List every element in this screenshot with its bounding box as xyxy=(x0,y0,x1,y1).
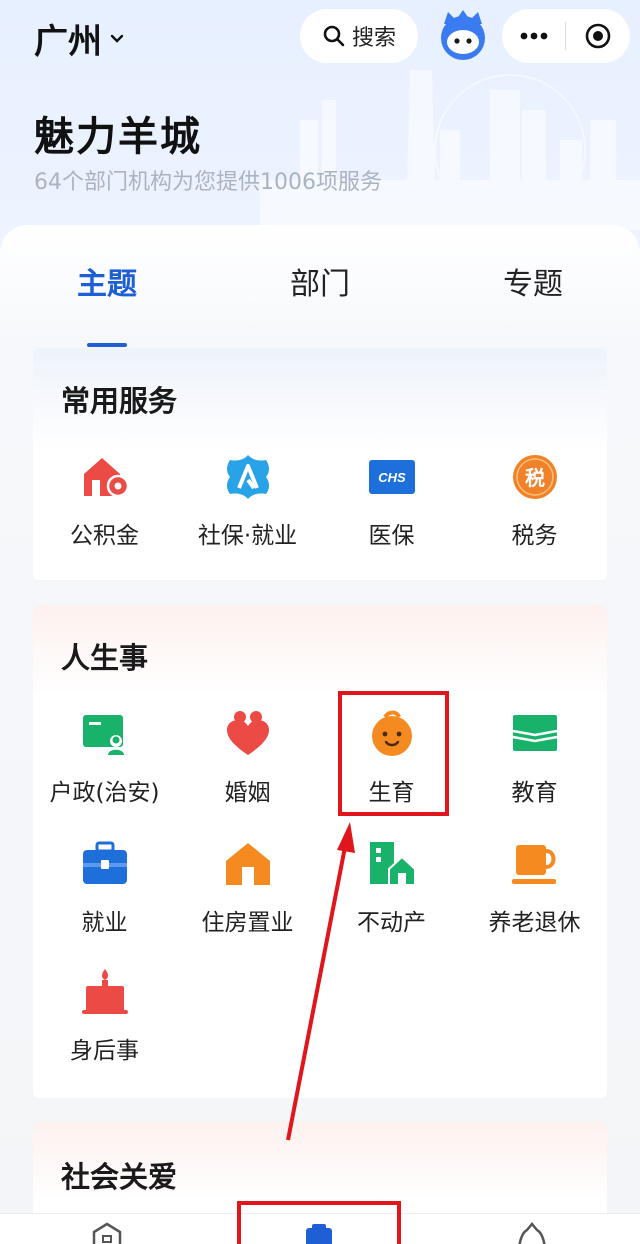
city-selector[interactable]: 广州 xyxy=(34,14,124,63)
life-events-card: 人生事 户政(治安) 婚姻 生育 教育 就业 住房置业 不动产 养老退休 身后事 xyxy=(33,605,607,1098)
tab-department[interactable]: 部门 xyxy=(250,259,390,303)
service-label: 养老退休 xyxy=(488,910,581,936)
service-label: 社保·就业 xyxy=(197,523,298,549)
target-close-icon xyxy=(585,23,610,49)
tab-bar: 主题 部门 专题 xyxy=(0,259,640,347)
social-security-icon xyxy=(226,455,269,499)
service-label: 教育 xyxy=(511,780,558,806)
annotation-nav-box xyxy=(237,1201,401,1244)
service-item-housing-fund[interactable]: 公积金 xyxy=(33,452,176,550)
service-label: 税务 xyxy=(511,523,558,549)
close-miniprogram-button[interactable] xyxy=(566,9,629,63)
house-fund-icon xyxy=(83,458,129,498)
marriage-heart-icon xyxy=(226,711,269,755)
hero-subtitle: 64个部门机构为您提供1006项服务 xyxy=(34,170,382,195)
life-item-employment[interactable]: 就业 xyxy=(33,839,176,937)
service-item-tax[interactable]: 税 税务 xyxy=(463,452,606,550)
service-label: 身后事 xyxy=(70,1038,139,1064)
service-label: 不动产 xyxy=(357,910,426,936)
tax-icon: 税 xyxy=(512,455,557,499)
section-title: 人生事 xyxy=(61,641,149,675)
mascot-nav-icon[interactable] xyxy=(515,1222,549,1244)
common-services-card: 常用服务 公积金 社保·就业 CHS 医保 税 税务 xyxy=(33,348,607,580)
search-button[interactable]: 搜索 xyxy=(300,9,418,63)
svg-text:CHS: CHS xyxy=(378,470,406,485)
service-label: 户政(治安) xyxy=(49,780,160,806)
section-title: 常用服务 xyxy=(61,384,178,418)
home-nav-icon[interactable] xyxy=(90,1222,124,1244)
search-label: 搜索 xyxy=(351,26,396,51)
life-item-funeral[interactable]: 身后事 xyxy=(33,967,176,1065)
chs-medical-insurance-icon: CHS xyxy=(368,460,415,494)
search-icon xyxy=(323,25,345,47)
top-bar: 广州 搜索 xyxy=(0,0,640,80)
life-item-retirement[interactable]: 养老退休 xyxy=(463,839,606,937)
more-button[interactable] xyxy=(502,9,565,63)
briefcase-icon xyxy=(82,841,127,884)
more-dots-icon xyxy=(520,32,547,40)
city-label: 广州 xyxy=(34,22,102,62)
svg-text:税: 税 xyxy=(525,466,545,490)
household-id-icon xyxy=(82,715,124,755)
service-label: 住房置业 xyxy=(201,910,294,936)
life-item-education[interactable]: 教育 xyxy=(463,709,606,807)
city-skyline-illustration xyxy=(260,70,640,230)
miniprogram-capsule xyxy=(502,9,630,63)
service-item-medical-insurance[interactable]: CHS 医保 xyxy=(320,452,463,550)
tea-cup-icon xyxy=(511,845,556,884)
life-item-marriage[interactable]: 婚姻 xyxy=(176,709,319,807)
annotation-highlight-box xyxy=(338,691,449,816)
chevron-down-icon xyxy=(110,34,124,43)
tab-theme[interactable]: 主题 xyxy=(37,259,177,303)
assistant-mascot-icon[interactable] xyxy=(436,8,490,62)
book-icon xyxy=(512,715,557,751)
hero-title: 魅力羊城 xyxy=(34,114,202,160)
life-item-real-estate[interactable]: 不动产 xyxy=(320,839,463,937)
tab-special[interactable]: 专题 xyxy=(463,259,603,303)
house-icon xyxy=(225,843,270,885)
life-item-household[interactable]: 户政(治安) xyxy=(33,709,176,807)
service-label: 婚姻 xyxy=(224,780,271,806)
real-estate-icon xyxy=(369,842,416,886)
service-label: 医保 xyxy=(368,523,415,549)
active-tab-indicator xyxy=(87,343,127,347)
life-item-housing[interactable]: 住房置业 xyxy=(176,839,319,937)
section-title: 社会关爱 xyxy=(61,1160,178,1194)
service-label: 公积金 xyxy=(70,523,139,549)
service-label: 就业 xyxy=(81,910,128,936)
candle-icon xyxy=(81,969,128,1014)
service-item-social-security[interactable]: 社保·就业 xyxy=(176,452,319,550)
